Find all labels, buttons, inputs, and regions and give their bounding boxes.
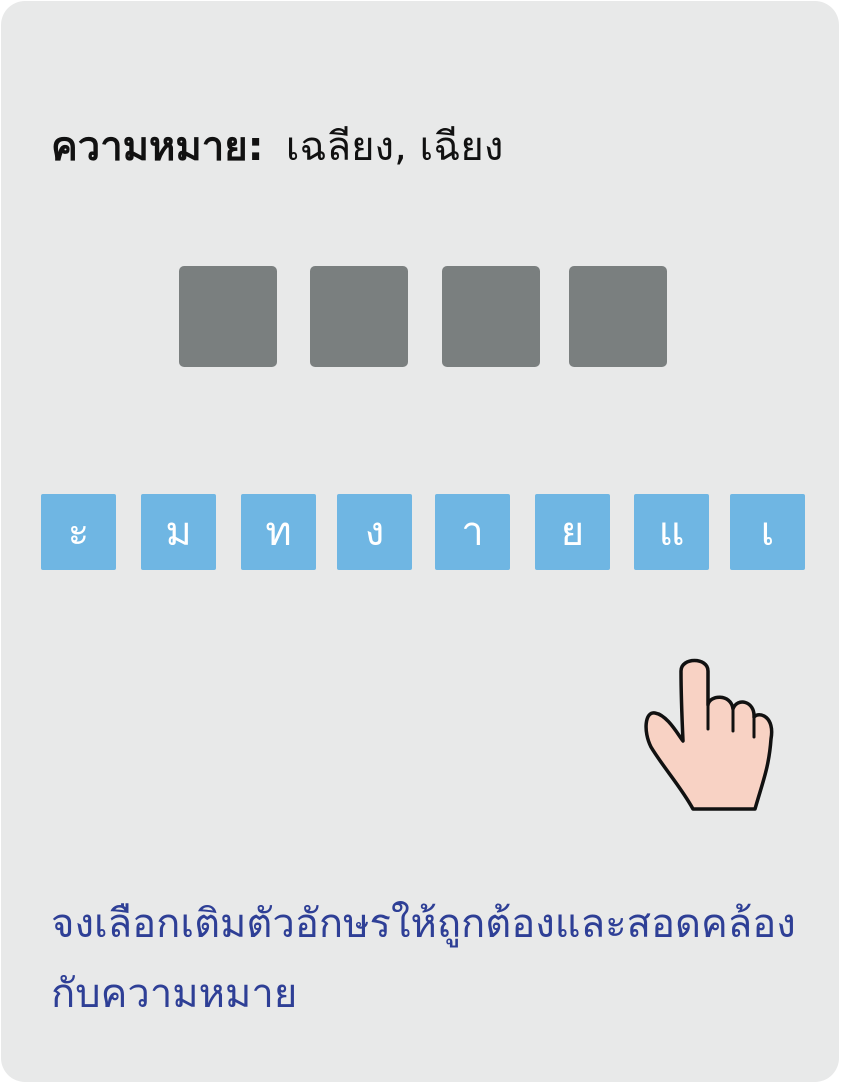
letter-tile[interactable]: ง — [337, 494, 412, 570]
letter-tile[interactable]: แ — [634, 494, 709, 570]
meaning-row: ความหมาย: เฉลียง, เฉียง — [51, 119, 503, 175]
letter-tile[interactable]: ย — [535, 494, 610, 570]
letter-tile[interactable]: ท — [241, 494, 316, 570]
instruction-text: จงเลือกเติมตัวอักษรให้ถูกต้องและสอดคล้อง… — [51, 889, 821, 1029]
letter-tile[interactable]: ม — [141, 494, 216, 570]
meaning-label: ความหมาย: — [51, 124, 264, 170]
letter-tile[interactable]: ะ — [41, 494, 116, 570]
letter-tile[interactable]: า — [435, 494, 510, 570]
meaning-value: เฉลียง, เฉียง — [285, 124, 504, 170]
instruction-line-2: กับความหมาย — [51, 971, 298, 1017]
pointing-hand-icon — [644, 658, 774, 811]
game-card: ความหมาย: เฉลียง, เฉียง ะ ม ท ง า ย แ เ จ… — [1, 1, 839, 1082]
answer-slot-2[interactable] — [310, 266, 408, 367]
answer-slot-3[interactable] — [442, 266, 540, 367]
letter-tile[interactable]: เ — [730, 494, 805, 570]
instruction-line-1: จงเลือกเติมตัวอักษรให้ถูกต้องและสอดคล้อง — [51, 901, 796, 947]
answer-slot-4[interactable] — [569, 266, 667, 367]
answer-slot-1[interactable] — [179, 266, 277, 367]
